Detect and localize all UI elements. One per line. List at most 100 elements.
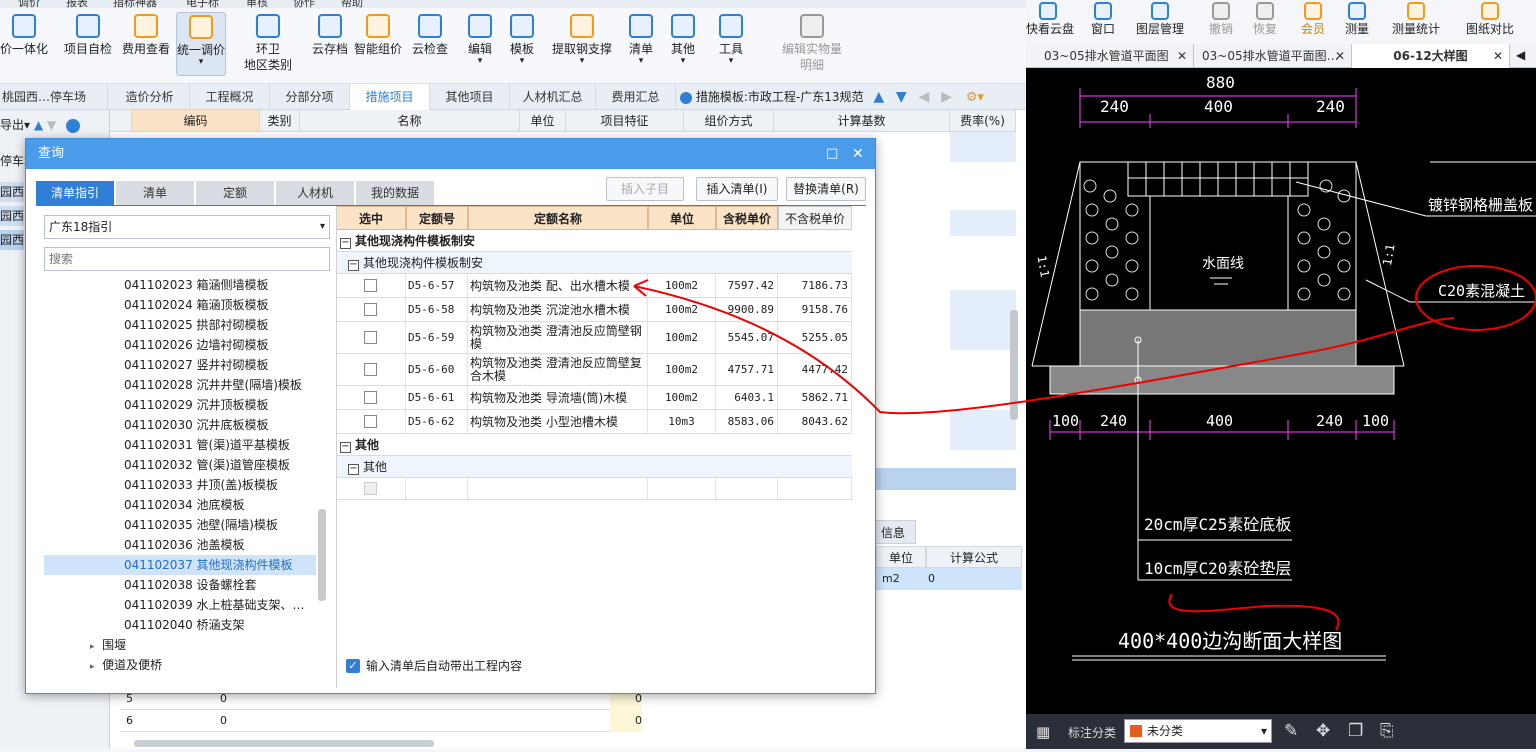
menu-item[interactable]: 指标神器 [113,0,157,8]
other-button[interactable]: 其他 ▾ [666,12,700,66]
arrow-up-icon[interactable]: ▲ [873,89,884,105]
row-checkbox[interactable] [364,482,377,495]
quantity-detail-button[interactable]: 编辑实物量 明细 [778,12,846,73]
tree-item[interactable]: 041102027 竖井衬砌模板 [124,355,269,375]
collapse-icon[interactable]: − [348,464,359,475]
project-check-button[interactable]: 项目自检 [62,12,114,57]
tab-list[interactable]: 清单 [116,181,194,205]
tree-group[interactable]: ▸ 围堰 [90,635,126,655]
edit-annotation-icon[interactable]: ✎ [1284,721,1298,741]
menu-item[interactable]: 审核 [246,0,268,8]
insert-list-button[interactable]: 插入清单(I) [696,177,778,201]
tree-item[interactable]: 041102031 管(渠)道平基模板 [124,435,290,455]
tab-other-items[interactable]: 其他项目 [430,84,510,110]
smart-price-button[interactable]: 智能组价 [352,12,404,57]
insert-child-button[interactable]: 插入子目 [606,177,684,201]
info-row[interactable]: m2 0 [876,568,1022,590]
close-icon[interactable]: ✕ [1177,44,1187,68]
tree-scrollbar[interactable] [318,509,326,601]
grid-header[interactable]: 单位 [520,110,566,132]
table-row[interactable]: D5-6-59 构筑物及池类 澄清池反应筒壁钢模 100m2 5545.07 5… [336,322,852,354]
grid-header[interactable]: 费率(%) [950,110,1016,132]
table-row[interactable]: D5-6-57 构筑物及池类 配、出水槽木模 100m2 7597.42 718… [336,274,852,298]
annotation-category-select[interactable]: 未分类 ▾ [1124,719,1272,743]
table-row[interactable]: 6 0 0 [120,710,642,732]
row-checkbox[interactable] [364,331,377,344]
cloud-disk-button[interactable]: 快看云盘 [1026,0,1074,37]
menu-item[interactable]: 协作 [293,0,315,8]
tab-cost-analysis[interactable]: 造价分析 [110,84,190,110]
grid-header[interactable]: 项目特征 [566,110,684,132]
tree-item[interactable]: 041102024 箱涵顶板模板 [124,295,269,315]
guide-select[interactable]: 广东18指引 ▾ [44,215,330,239]
tree-item[interactable]: 041102034 池底模板 [124,495,245,515]
maximize-icon[interactable]: □ [826,139,838,169]
tree-item[interactable]: 041102036 池盖模板 [124,535,245,555]
layers-button[interactable]: 图层管理 [1134,0,1186,37]
replace-list-button[interactable]: 替换清单(R) [786,177,866,201]
info-tab[interactable]: 信息 [870,520,916,544]
edit-button[interactable]: 编辑 ▾ [462,12,498,66]
group-row[interactable]: − 其他现浇构件模板制安 [336,230,852,252]
row-checkbox[interactable] [364,391,377,404]
tab-divisions[interactable]: 分部分项 [270,84,350,110]
cad-tab-active[interactable]: 06-12大样图 ✕ [1352,44,1510,68]
grid-header[interactable]: 计算基数 [774,110,950,132]
table-row[interactable] [336,478,852,500]
redo-button[interactable]: 恢复 [1248,0,1282,37]
row-checkbox[interactable] [364,415,377,428]
grid-scrollbar[interactable] [1010,310,1018,420]
close-icon[interactable]: ✕ [852,139,864,169]
cloud-save-button[interactable]: 云存档 [308,12,352,57]
tab-quota[interactable]: 定额 [196,181,274,205]
tab-scroll-left-icon[interactable]: ◀ [1516,48,1525,62]
measure-button[interactable]: 测量 [1340,0,1374,37]
export-button[interactable]: 导出▾ ▲ ▼ [0,116,80,133]
tab-list-guide[interactable]: 清单指引 [36,181,114,205]
tree-item-selected[interactable]: 041102037 其他现浇构件模板 [44,555,316,575]
tree-item[interactable]: 041102029 沉井顶板模板 [124,395,269,415]
tree-item[interactable]: 041102026 边墙衬砌模板 [124,335,269,355]
undo-button[interactable]: 撤销 [1204,0,1238,37]
subgroup-row[interactable]: − 其他现浇构件模板制安 [336,252,852,274]
template-button[interactable]: 模板 ▾ [504,12,540,66]
grid-header[interactable]: 编码 [132,110,260,132]
tab-measures[interactable]: 措施项目 [350,84,430,110]
tree-group[interactable]: ▸ 便道及便桥 [90,655,162,675]
search-input[interactable] [44,247,330,271]
vip-button[interactable]: 会员 [1296,0,1330,37]
collapse-icon[interactable]: − [340,442,351,453]
tools-button[interactable]: 工具 ▾ [714,12,748,66]
menu-item[interactable]: 调价 [18,0,40,8]
price-adjust-button[interactable]: 统一调价 ▾ [176,12,226,76]
copy-icon[interactable]: ❐ [1348,721,1363,741]
paste-icon[interactable]: ⎘ [1380,721,1394,741]
project-name-label[interactable]: 桃园西…停车场 [0,84,108,131]
arrow-right-icon[interactable]: ▶ [941,89,952,105]
cad-drawing[interactable]: 880 240 400 240 水面线 1:1 1:1 镀锌钢格栅盖板 C20素… [1026,0,1536,749]
tree-node[interactable]: 园西路 [0,206,24,226]
tab-overview[interactable]: 工程概况 [190,84,270,110]
tree-item[interactable]: 041102028 沉井井壁(隔墙)模板 [124,375,302,395]
move-up-icon[interactable]: ▲ [34,118,43,132]
arrow-down-icon[interactable]: ▼ [896,89,907,105]
fee-view-button[interactable]: 费用查看 [120,12,172,57]
grid-header[interactable]: 组价方式 [684,110,774,132]
cad-tab[interactable]: 03~05排水管道平面图… ✕ [1194,44,1352,68]
measure-template[interactable]: 措施模板:市政工程-广东13规范 ▲ ▼ ◀ ▶ ⚙▾ [680,84,984,110]
collapse-icon[interactable]: − [348,260,359,271]
tree-item[interactable]: 041102035 池壁(隔墙)模板 [124,515,278,535]
tab-my-data[interactable]: 我的数据 [356,181,434,205]
extract-steel-button[interactable]: 提取钢支撑 ▾ [548,12,616,66]
close-icon[interactable]: ✕ [1335,44,1345,68]
settings-icon[interactable]: ⚙▾ [966,90,984,105]
tree-item[interactable]: 041102033 井顶(盖)板模板 [124,475,278,495]
tree-item[interactable]: 041102040 桥涵支架 [124,615,245,635]
expand-icon[interactable]: ▸ [90,642,95,652]
menu-item[interactable]: 报表 [66,0,88,8]
menu-item[interactable]: 电子标 [186,0,219,8]
horizontal-scrollbar[interactable] [134,740,434,747]
row-checkbox[interactable] [364,363,377,376]
tree-item[interactable]: 041102039 水上桩基础支架、… [124,595,305,615]
table-row[interactable]: D5-6-61 构筑物及池类 导流墙(筒)木模 100m2 6403.1 586… [336,386,852,410]
